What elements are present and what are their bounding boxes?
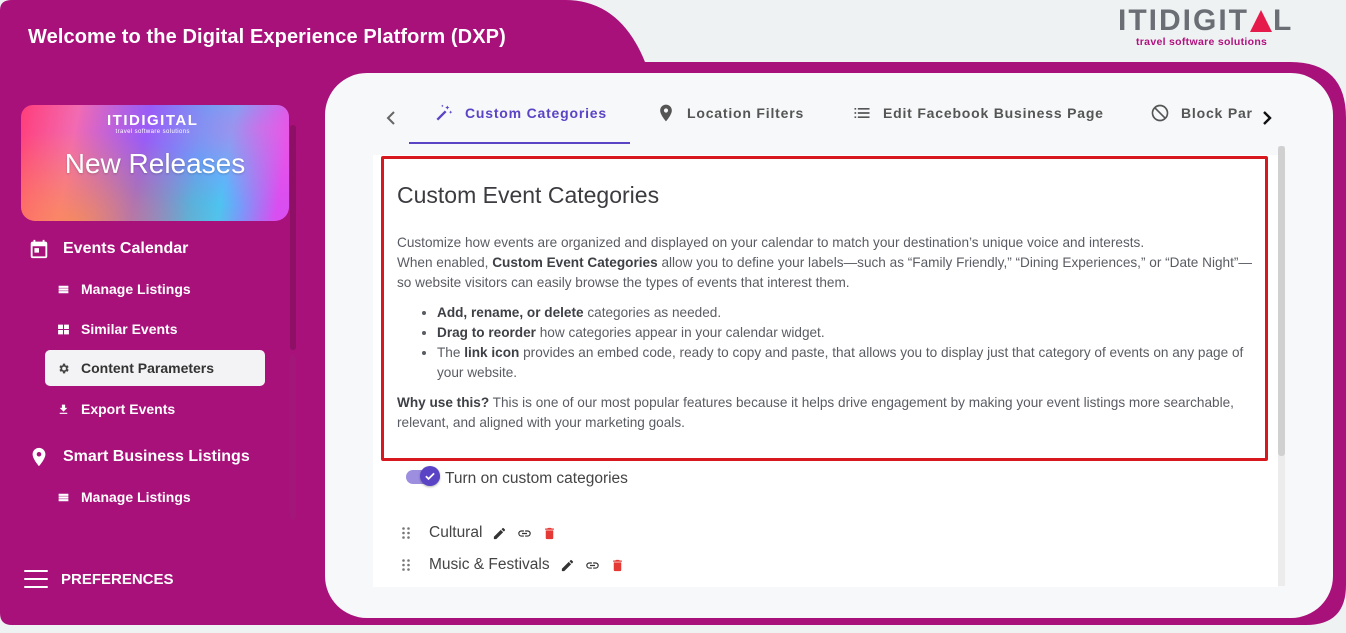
grid-icon	[58, 324, 69, 334]
sidebar-item-export-events[interactable]: Export Events	[45, 391, 265, 427]
list-item: Add, rename, or delete categories as nee…	[437, 303, 1257, 323]
drag-handle-icon[interactable]	[401, 526, 411, 540]
magic-wand-icon	[436, 104, 453, 121]
sidebar-section-events-calendar[interactable]: Events Calendar	[28, 238, 188, 260]
logo-triangle-icon	[1250, 10, 1272, 32]
promo-title: New Releases	[64, 148, 246, 179]
content-scrollbar-thumb[interactable]	[1278, 146, 1285, 456]
itidigital-logo: ITIDIGIT L travel software solutions	[1118, 4, 1294, 49]
feature-list: Add, rename, or delete categories as nee…	[437, 303, 1257, 383]
block-icon	[1151, 104, 1169, 122]
link-icon[interactable]	[585, 558, 600, 573]
list-item: The link icon provides an embed code, re…	[437, 343, 1257, 383]
list-icon	[58, 285, 69, 293]
category-row: Music & Festivals	[401, 556, 625, 574]
section-description: Customize how events are organized and d…	[397, 233, 1257, 433]
list-item: Drag to reorder how categories appear in…	[437, 323, 1257, 343]
tab-location-filters[interactable]: Location Filters	[656, 104, 804, 145]
toggle-label: Turn on custom categories	[445, 470, 628, 487]
calendar-icon	[30, 239, 48, 259]
list-icon	[854, 108, 870, 118]
tab-bar: Custom Categories Location Filters Edit …	[325, 73, 1333, 148]
sidebar-section-smart-business-listings[interactable]: Smart Business Listings	[28, 446, 250, 468]
content-area: Custom Event Categories Customize how ev…	[373, 155, 1278, 587]
sidebar-item-content-parameters[interactable]: Content Parameters	[45, 350, 265, 386]
hamburger-menu-icon	[24, 570, 48, 588]
page-title: Welcome to the Digital Experience Platfo…	[28, 26, 506, 48]
location-pin-icon	[32, 447, 46, 467]
link-icon[interactable]	[517, 526, 532, 541]
category-name: Music & Festivals	[429, 556, 550, 573]
sidebar-scrollbar-track	[290, 355, 296, 520]
preferences-button[interactable]: PREFERENCES	[24, 570, 174, 588]
tab-edit-facebook-business-page[interactable]: Edit Facebook Business Page	[852, 105, 1104, 145]
main-panel: Custom Categories Location Filters Edit …	[325, 73, 1333, 618]
active-tab-indicator	[409, 142, 630, 144]
download-icon	[59, 404, 68, 414]
sidebar-item-business-manage-listings[interactable]: Manage Listings	[45, 479, 265, 515]
tab-custom-categories[interactable]: Custom Categories	[434, 104, 607, 145]
section-title: Custom Event Categories	[397, 182, 660, 208]
edit-icon[interactable]	[492, 526, 507, 541]
list-icon	[58, 493, 69, 501]
drag-handle-icon[interactable]	[401, 558, 411, 572]
promo-logo: ITIDIGITAL travel software solutions	[107, 112, 199, 135]
sidebar-item-manage-listings[interactable]: Manage Listings	[45, 271, 265, 307]
delete-icon[interactable]	[542, 526, 557, 541]
toggle-knob[interactable]	[420, 466, 440, 486]
tab-block-partners[interactable]: Block Par	[1150, 104, 1253, 131]
new-releases-banner[interactable]: ITIDIGITAL travel software solutions New…	[21, 105, 289, 221]
location-pin-icon	[660, 104, 672, 122]
category-name: Cultural	[429, 524, 483, 541]
gear-icon	[59, 363, 69, 373]
chevron-left-icon[interactable]	[384, 109, 398, 127]
check-icon	[425, 472, 435, 481]
delete-icon[interactable]	[610, 558, 625, 573]
sidebar-item-similar-events[interactable]: Similar Events	[45, 311, 265, 347]
edit-icon[interactable]	[560, 558, 575, 573]
category-row: Cultural	[401, 524, 557, 542]
chevron-right-icon[interactable]	[1260, 109, 1274, 127]
sidebar-scrollbar[interactable]	[290, 125, 296, 350]
